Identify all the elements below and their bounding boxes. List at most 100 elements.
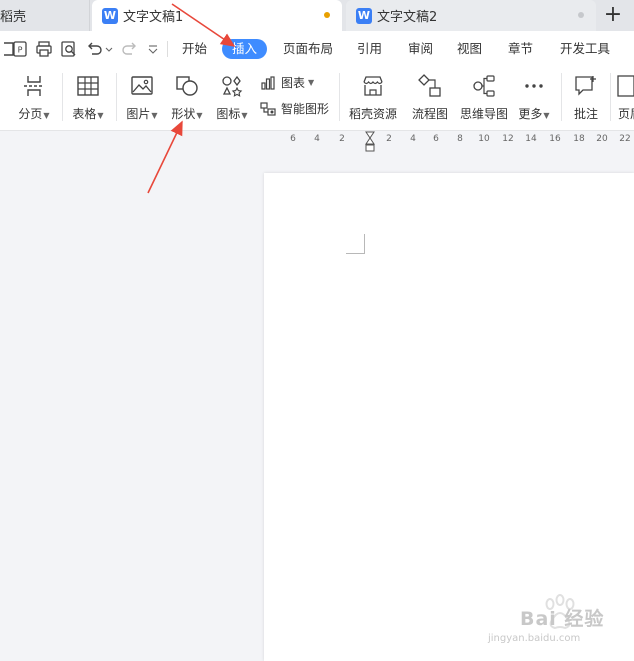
table-button[interactable]: 表格▼ (68, 73, 108, 122)
smart-art-label: 智能图形 (281, 102, 330, 116)
page-break-label: 分页 (18, 107, 43, 121)
more-label: 更多 (518, 107, 543, 121)
shape-label: 形状 (171, 107, 196, 121)
menu-home[interactable]: 开始 (182, 40, 207, 58)
table-label: 表格 (72, 107, 97, 121)
print-preview-icon[interactable] (60, 40, 78, 58)
indent-marker-icon[interactable] (365, 131, 375, 153)
ruler-tick-label: 8 (457, 134, 463, 144)
tab-document-2[interactable]: W 文字文稿2 (346, 0, 596, 31)
mindmap-button[interactable]: 思维导图 (456, 73, 512, 122)
picture-button[interactable]: 图片▼ (122, 73, 162, 122)
redo-icon[interactable] (120, 40, 138, 58)
header-footer-icon (614, 73, 634, 99)
mindmap-label: 思维导图 (459, 107, 508, 121)
chevron-down-icon: ▼ (97, 111, 104, 120)
new-tab-button[interactable]: + (600, 3, 626, 29)
page-margin-corner (346, 234, 365, 254)
icon-library-button[interactable]: 图标▼ (212, 73, 252, 122)
smart-art-icon (260, 101, 276, 116)
tab-document-2-label: 文字文稿2 (377, 10, 438, 25)
chevron-down-icon: ▼ (196, 111, 203, 120)
shape-icon (174, 73, 200, 99)
menu-chapter[interactable]: 章节 (508, 40, 533, 58)
flowchart-button[interactable]: 流程图 (408, 73, 452, 122)
chart-button[interactable]: 图表 ▼ (260, 74, 314, 91)
ruler-tick-label: 10 (478, 134, 490, 144)
comment-button[interactable]: 批注 (566, 73, 606, 122)
more-dots-icon (521, 73, 547, 99)
ruler-tick-label: 2 (339, 134, 345, 144)
tab-bar: 稻壳 W 文字文稿1 W 文字文稿2 + (0, 0, 634, 31)
tab-close-icon[interactable] (578, 12, 584, 18)
arrow-to-shape-button (147, 120, 183, 194)
ribbon-divider (62, 73, 63, 121)
header-footer-label: 页眉 (618, 107, 634, 121)
svg-text:P: P (18, 46, 23, 55)
picture-label: 图片 (126, 107, 151, 121)
menu-review[interactable]: 审阅 (408, 40, 433, 58)
unsaved-indicator-icon (324, 12, 330, 18)
ruler-tick-label: 20 (596, 134, 608, 144)
menu-divider (167, 41, 168, 57)
menu-bar: P 开始 页面布局 引用 审阅 视图 章节 开发工具 (0, 31, 634, 67)
flowchart-label: 流程图 (411, 107, 448, 121)
tab-docer[interactable]: 稻壳 (0, 0, 90, 31)
ribbon-divider (116, 73, 117, 121)
picture-icon (129, 73, 155, 99)
menu-page-layout[interactable]: 页面布局 (283, 40, 333, 58)
docer-resource-button[interactable]: 稻壳资源 (345, 73, 401, 122)
ribbon-divider (339, 73, 340, 121)
undo-icon[interactable] (86, 40, 104, 58)
insert-ribbon: 分页▼ 表格▼ 图片▼ 形状▼ 图标▼ 图表 ▼ 智能图形 稻壳资源 流程图 思… (0, 67, 634, 131)
ruler-tick-label: 4 (314, 134, 320, 144)
export-pdf-icon[interactable]: P (11, 40, 29, 58)
mindmap-icon (471, 73, 497, 99)
ruler-tick-label: 4 (410, 134, 416, 144)
chevron-down-icon: ▼ (241, 111, 248, 120)
page-break-button[interactable]: 分页▼ (14, 73, 54, 122)
chevron-down-icon: ▼ (543, 111, 550, 120)
tab-document-1-label: 文字文稿1 (123, 10, 184, 25)
flowchart-icon (417, 73, 443, 99)
chevron-down-icon: ▼ (151, 111, 158, 120)
undo-dropdown-icon[interactable] (104, 40, 114, 58)
ruler-tick-label: 18 (573, 134, 585, 144)
shape-button[interactable]: 形状▼ (166, 73, 208, 122)
ruler-tick-label: 6 (433, 134, 439, 144)
menu-references[interactable]: 引用 (357, 40, 382, 58)
icon-library-icon (219, 73, 245, 99)
ruler-tick-label: 2 (386, 134, 392, 144)
store-icon (360, 73, 386, 99)
writer-doc-icon: W (102, 7, 118, 24)
writer-doc-icon: W (356, 7, 372, 24)
document-page[interactable] (264, 173, 634, 661)
docer-resource-label: 稻壳资源 (348, 107, 397, 121)
smart-art-button[interactable]: 智能图形 (260, 100, 329, 117)
print-icon[interactable] (35, 40, 53, 58)
menu-developer-tools[interactable]: 开发工具 (560, 40, 610, 58)
horizontal-ruler[interactable]: 6 4 2 2 4 6 8 10 12 14 16 18 20 22 (280, 131, 634, 149)
ruler-tick-label: 12 (502, 134, 514, 144)
ruler-tick-label: 16 (549, 134, 561, 144)
chart-label: 图表 (281, 76, 306, 90)
header-footer-button[interactable]: 页眉 (614, 73, 634, 122)
tab-docer-label: 稻壳 (0, 10, 27, 25)
icon-library-label: 图标 (216, 107, 241, 121)
ribbon-divider (610, 73, 611, 121)
watermark-url: jingyan.baidu.com (488, 633, 581, 644)
menu-view[interactable]: 视图 (457, 40, 482, 58)
watermark-brand: Bai 经验 (520, 608, 605, 630)
ruler-tick-label: 22 (619, 134, 631, 144)
comment-label: 批注 (573, 107, 598, 121)
more-button[interactable]: 更多▼ (514, 73, 554, 122)
customize-toolbar-icon[interactable] (146, 40, 160, 58)
chevron-down-icon: ▼ (43, 111, 50, 120)
tab-document-1[interactable]: W 文字文稿1 (92, 0, 342, 31)
comment-icon (573, 73, 599, 99)
ruler-tick-label: 6 (290, 134, 296, 144)
bar-chart-icon (261, 75, 275, 90)
page-break-icon (21, 73, 47, 99)
menu-insert[interactable]: 插入 (222, 39, 267, 59)
ruler-tick-label: 14 (525, 134, 537, 144)
